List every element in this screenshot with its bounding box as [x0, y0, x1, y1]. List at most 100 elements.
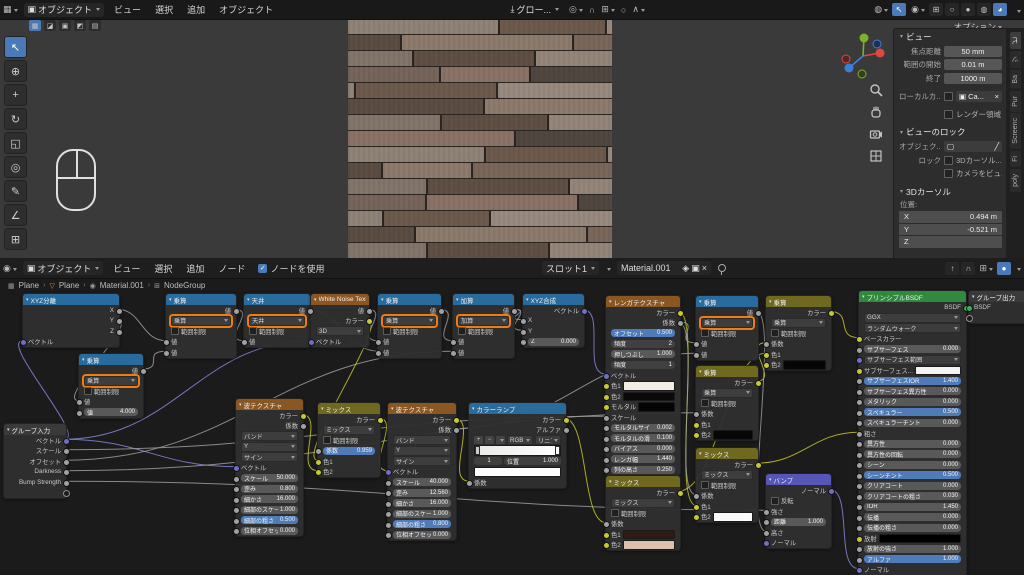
socket[interactable] — [754, 461, 762, 469]
node-separate-xyz[interactable]: ▾ XYZ分離 X Y Z ベクトル — [19, 293, 123, 348]
socket[interactable] — [762, 351, 770, 359]
zoom-icon[interactable] — [869, 83, 883, 97]
copy-icon[interactable]: ▣ — [691, 263, 700, 274]
slider-サブサーフェス[interactable]: サブサーフェス 0.000 — [864, 345, 961, 354]
cursor-section-header[interactable]: ▾ 3Dカーソル — [894, 184, 1007, 199]
socket[interactable] — [602, 531, 610, 539]
clear-icon[interactable]: × — [995, 92, 999, 101]
socket[interactable] — [855, 367, 863, 375]
node-row-乗算[interactable]: 乗算 — [166, 315, 236, 327]
collapse-icon[interactable]: ▾ — [769, 299, 772, 305]
node-white-noise[interactable]: ▾White Noise Texture 値カラー 3D ベクトル — [307, 293, 373, 348]
slider-細部の粗さ[interactable]: 細部の粗さ 0.800 — [393, 520, 451, 529]
socket[interactable] — [232, 496, 240, 504]
collapse-icon[interactable]: ▾ — [472, 406, 475, 412]
collapse-icon[interactable]: ▾ — [609, 479, 612, 485]
node-mix-b[interactable]: ▾ ミックス カラー ミックス 範囲制限 係数 色1 色2 — [602, 475, 684, 551]
node-principled-bsdf[interactable]: ▾ プリンシプルBSDF BSDF GGX ランダムウォーク ベースカラー サブサーフェス 0… — [855, 290, 970, 575]
slider-オフセット[interactable]: オフセット 0.500 — [611, 329, 675, 338]
color-swatch[interactable] — [474, 467, 561, 477]
node-row-GGX[interactable]: GGX — [859, 312, 966, 324]
node-canvas[interactable]: ▦ Plane › ▽ Plane › ◉ Material.001 › ⊞ NodeGroup ▾… — [0, 278, 1024, 575]
slider-クリアコート[interactable]: クリアコート 0.000 — [864, 481, 961, 490]
socket[interactable] — [562, 416, 570, 424]
checkbox-反転[interactable] — [771, 496, 779, 505]
slider-歪み[interactable]: 歪み 12.560 — [393, 488, 451, 497]
breadcrumb-item[interactable]: Plane — [59, 281, 79, 290]
snap-dropdown[interactable]: ⊞ — [598, 4, 618, 15]
node-header[interactable]: ▾ 波テクスチャ — [388, 403, 456, 414]
collapse-icon[interactable]: ▾ — [314, 297, 317, 303]
node-menu-3[interactable]: ノード — [211, 262, 252, 275]
editor-type-button[interactable]: ◉ — [0, 263, 20, 274]
overlays-dropdown[interactable]: ◉ — [908, 4, 928, 15]
socket[interactable] — [580, 307, 588, 315]
node-mix-c[interactable]: ▾ ミックス カラー ミックス 範囲制限 係数 色1 色2 — [692, 447, 762, 523]
ortho-grid-icon[interactable] — [869, 149, 883, 163]
color-swatch[interactable] — [622, 391, 675, 401]
viewport-menu-2[interactable]: 追加 — [180, 3, 212, 16]
dropdown-サイン[interactable]: サイン — [241, 452, 298, 463]
collapse-icon[interactable]: ▾ — [699, 451, 702, 457]
socket[interactable] — [692, 503, 700, 511]
node-bump[interactable]: ▾ バンプ ノーマル 反転 強さ 距離 1.000 高さ ノーマル — [762, 473, 835, 549]
node-header[interactable]: ▾ カラーランプ — [469, 403, 566, 414]
socket[interactable] — [855, 357, 863, 365]
socket[interactable] — [62, 448, 70, 456]
socket[interactable] — [692, 341, 700, 349]
node-row-反転[interactable]: 反転 — [766, 496, 831, 507]
slot-dropdown[interactable]: スロット1 — [541, 261, 599, 275]
object-visibility-dropdown[interactable]: ◍ — [871, 4, 891, 15]
socket[interactable] — [384, 511, 392, 519]
stop-index-field[interactable]: 1 — [474, 457, 502, 466]
slider-アルファ[interactable]: アルファ 1.000 — [864, 555, 961, 564]
socket[interactable] — [692, 421, 700, 429]
node-row-バンド[interactable]: バンド — [388, 435, 456, 446]
dropdown-ミックス[interactable]: ミックス — [323, 424, 375, 435]
overlay-sphere-icon[interactable]: ● — [997, 261, 1011, 275]
socket[interactable] — [855, 399, 863, 407]
node-row-乗算[interactable]: 乗算 — [766, 317, 831, 329]
node-menu-2[interactable]: 追加 — [179, 262, 211, 275]
dropdown-ミックス[interactable]: ミックス — [701, 469, 753, 480]
node-header[interactable]: ▾ 乗算 — [79, 354, 143, 365]
socket[interactable] — [762, 341, 770, 349]
view-section-header[interactable]: ▾ ビュー — [894, 29, 1007, 44]
checkbox-範囲制限[interactable] — [249, 327, 257, 336]
tool-annotate[interactable]: ✎ — [4, 180, 27, 202]
socket[interactable] — [62, 490, 70, 498]
socket[interactable] — [855, 451, 863, 459]
checkbox-範囲制限[interactable] — [611, 509, 619, 518]
socket[interactable] — [232, 465, 240, 473]
tool-add-cube[interactable]: ⊞ — [4, 228, 27, 250]
slider-歪み[interactable]: 歪み 0.800 — [241, 484, 298, 493]
socket[interactable] — [365, 318, 373, 326]
socket[interactable] — [232, 307, 240, 315]
collapse-icon[interactable]: ▾ — [381, 297, 384, 303]
node-wave-texture-b[interactable]: ▾ 波テクスチャ カラー 係数 バンド Y サイン ベクトル スケール 40.000 歪み 12.56… — [384, 402, 460, 541]
socket[interactable] — [855, 430, 863, 438]
node-row-範囲制限[interactable]: 範囲制限 — [696, 328, 758, 339]
tool-select-box[interactable]: ↖ — [4, 36, 27, 58]
socket[interactable] — [314, 448, 322, 456]
checkbox-範囲制限[interactable] — [323, 436, 331, 445]
socket[interactable] — [602, 435, 610, 443]
navigation-gizmo[interactable] — [838, 31, 888, 81]
breadcrumb-item[interactable]: NodeGroup — [164, 281, 205, 290]
socket[interactable] — [762, 540, 770, 548]
collapse-icon[interactable]: ▾ — [169, 297, 172, 303]
node-row-3D[interactable]: 3D — [311, 326, 369, 337]
socket[interactable] — [855, 409, 863, 417]
node-row-天井[interactable]: 天井 — [244, 315, 310, 327]
socket[interactable] — [827, 309, 835, 317]
slider-頻度[interactable]: 頻度 2 — [611, 339, 675, 348]
cursor-x-field[interactable]: X 0.494 m — [899, 211, 1002, 223]
socket[interactable] — [602, 446, 610, 454]
socket[interactable] — [62, 437, 70, 445]
socket[interactable] — [754, 379, 762, 387]
socket[interactable] — [602, 467, 610, 475]
socket[interactable] — [827, 487, 835, 495]
socket[interactable] — [692, 493, 700, 501]
add-stop-button[interactable]: + — [474, 436, 483, 445]
slider-サブサーフェス異方性[interactable]: サブサーフェス異方性 0.000 — [864, 387, 961, 396]
